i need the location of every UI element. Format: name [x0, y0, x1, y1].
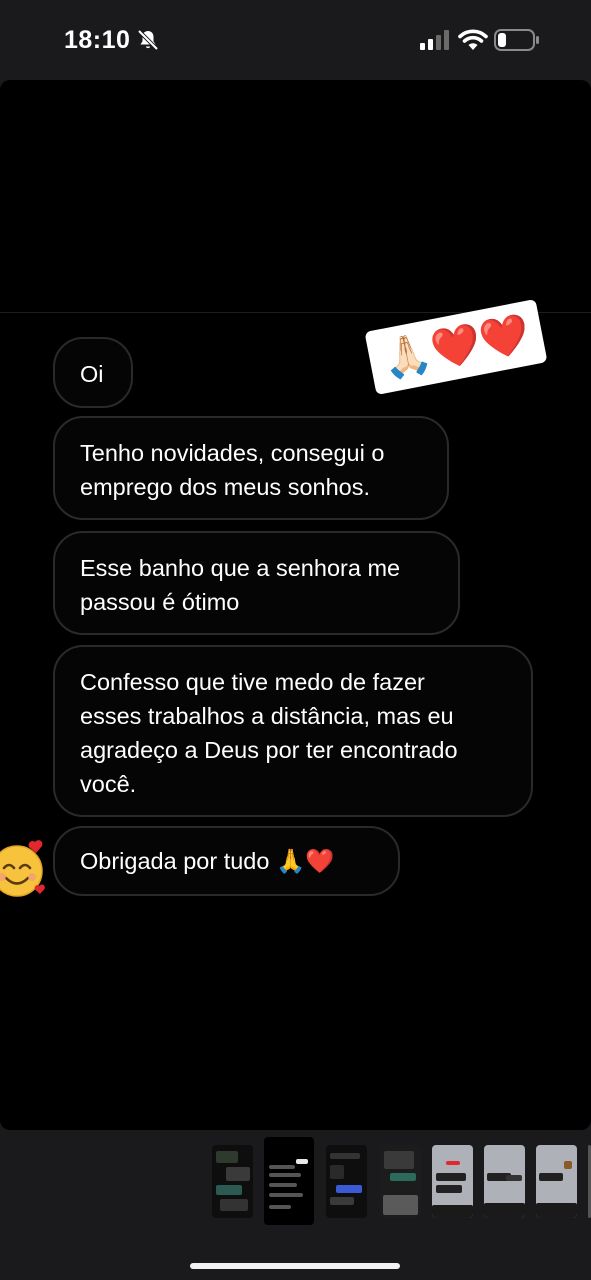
story-thumbnail[interactable] [536, 1145, 577, 1218]
battery-icon [494, 29, 539, 51]
emoji-sticker: 🙏🏻❤️❤️ [364, 298, 548, 396]
bell-slash-icon [137, 29, 159, 51]
message-line: você. [80, 771, 137, 797]
cellular-signal-icon [420, 30, 449, 50]
message-bubble: Oi [53, 337, 133, 408]
message-line: Oi [80, 361, 104, 387]
story-thumbnail[interactable] [212, 1145, 253, 1218]
sticker-emoji: 🙏🏻❤️❤️ [378, 311, 534, 383]
message-line: Obrigada por tudo 🙏❤️ [80, 848, 335, 874]
message-bubble: Obrigada por tudo 🙏❤️ [53, 826, 400, 896]
story-thumbnail[interactable] [432, 1145, 473, 1218]
smiling-face-with-hearts-icon [0, 840, 45, 897]
message-line: Esse banho que a senhora me [80, 555, 401, 581]
message-bubble: Tenho novidades, consegui o emprego dos … [53, 416, 449, 520]
story-thumbnail-strip [0, 1130, 591, 1230]
message-line: Tenho novidades, consegui o [80, 440, 385, 466]
home-indicator[interactable] [190, 1263, 400, 1269]
status-time: 18:10 [64, 26, 131, 54]
message-bubble: Confesso que tive medo de fazer esses tr… [53, 645, 533, 817]
message-line: emprego dos meus sonhos. [80, 474, 370, 500]
message-bubble: Esse banho que a senhora me passou é óti… [53, 531, 460, 635]
story-thumbnail[interactable] [484, 1145, 525, 1218]
wifi-icon [458, 29, 488, 50]
story-thumbnail[interactable] [326, 1145, 367, 1218]
message-line: esses trabalhos a distância, mas eu [80, 703, 454, 729]
message-line: Confesso que tive medo de fazer [80, 669, 425, 695]
message-line: agradeço a Deus por ter encontrado [80, 737, 458, 763]
story-thumbnail[interactable] [380, 1145, 421, 1218]
message-line: passou é ótimo [80, 589, 240, 615]
story-card[interactable]: Oi 🙏🏻❤️❤️ Tenho novidades, consegui o em… [0, 80, 591, 1130]
status-bar: 18:10 [0, 0, 591, 80]
story-thumbnail-active[interactable] [264, 1137, 314, 1225]
